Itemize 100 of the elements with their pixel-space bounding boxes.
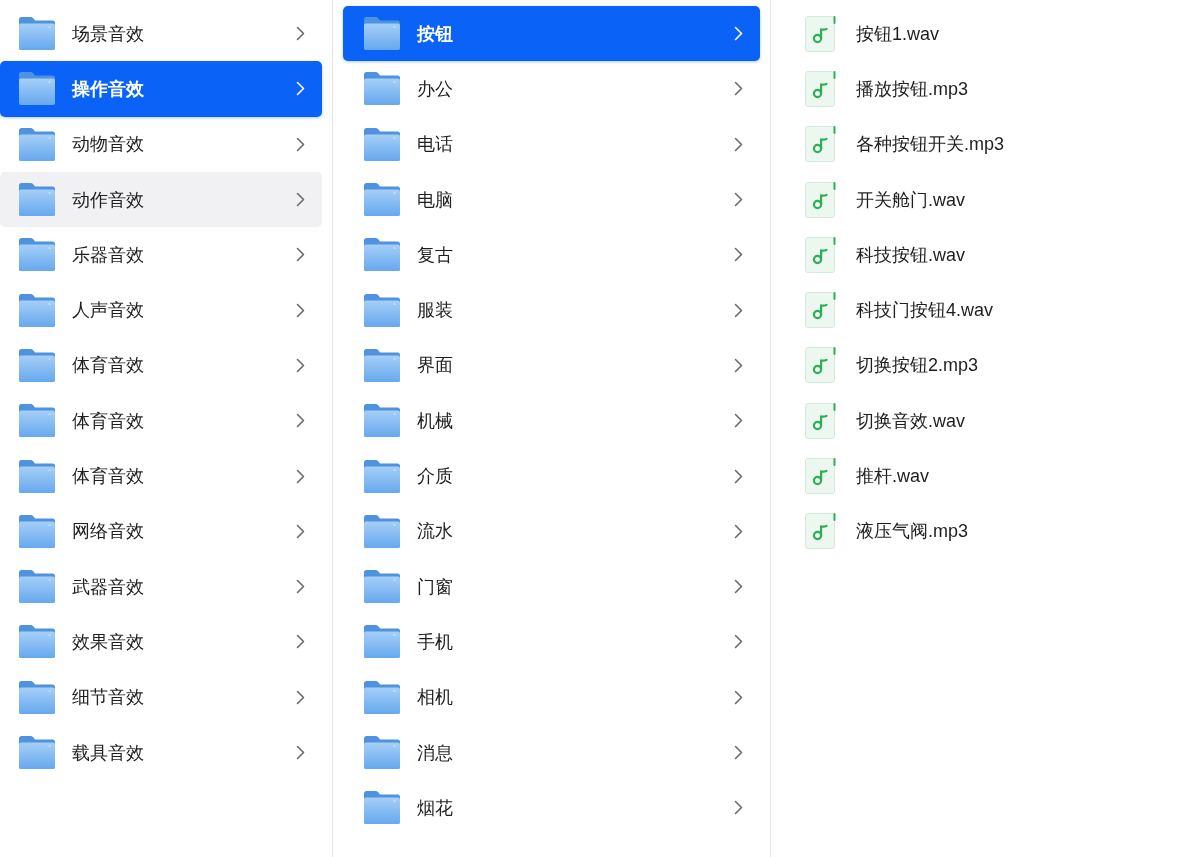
folder-item[interactable]: 细节音效 [0, 669, 322, 725]
folder-item[interactable]: 按钮 [343, 6, 760, 62]
folder-item[interactable]: 复古 [343, 227, 760, 283]
chevron-right-icon [296, 26, 305, 42]
folder-item[interactable]: 武器音效 [0, 558, 322, 615]
folder-item[interactable]: 烟花 [343, 780, 760, 836]
file-item[interactable]: 液压气阀.mp3 [781, 503, 1180, 559]
folder-item[interactable]: 体育音效 [0, 448, 322, 504]
file-item[interactable]: 切换音效.wav [781, 393, 1180, 449]
folder-item[interactable]: 操作音效 [0, 61, 322, 117]
folder-item[interactable]: 消息 [343, 724, 760, 781]
folder-icon [364, 348, 400, 382]
chevron-right-icon [296, 523, 305, 539]
folder-item[interactable]: 体育音效 [0, 337, 322, 394]
folder-item[interactable]: 办公 [343, 61, 760, 117]
audio-file-icon [805, 513, 837, 550]
file-item[interactable]: 切换按钮2.mp3 [781, 337, 1180, 394]
folder-item[interactable]: 动物音效 [0, 116, 322, 172]
folder-item[interactable]: 人声音效 [0, 282, 322, 338]
folder-icon [19, 348, 55, 382]
folder-item[interactable]: 服装 [343, 282, 760, 338]
folder-icon [364, 293, 400, 327]
file-item[interactable]: 推杆.wav [781, 448, 1180, 504]
chevron-right-icon [296, 689, 305, 705]
chevron-right-icon [734, 800, 743, 816]
chevron-right-icon [296, 302, 305, 318]
folder-item[interactable]: 网络音效 [0, 503, 322, 559]
folder-icon [364, 791, 400, 825]
folder-item[interactable]: 乐器音效 [0, 227, 322, 283]
folder-icon [364, 680, 400, 714]
chevron-right-icon [296, 81, 305, 97]
file-item[interactable]: 按钮1.wav [781, 6, 1180, 62]
chevron-right-icon [296, 745, 305, 760]
folder-icon [19, 459, 55, 493]
folder-item[interactable]: 相机 [343, 669, 760, 725]
folder-item[interactable]: 体育音效 [0, 393, 322, 449]
chevron-right-icon [734, 81, 743, 97]
folder-item[interactable]: 门窗 [343, 558, 760, 615]
folder-item[interactable]: 载具音效 [0, 724, 322, 781]
folder-item[interactable]: 电脑 [343, 171, 760, 228]
folder-icon [364, 404, 400, 438]
folder-icon [19, 680, 55, 714]
chevron-right-icon [734, 302, 743, 318]
folder-item[interactable]: 场景音效 [0, 6, 322, 62]
folder-icon [19, 570, 55, 604]
chevron-right-icon [734, 26, 743, 42]
file-item[interactable]: 各种按钮开关.mp3 [781, 116, 1180, 172]
audio-file-icon [805, 181, 837, 218]
folder-icon [364, 625, 400, 659]
folder-icon [19, 404, 55, 438]
folder-icon [364, 183, 400, 217]
chevron-right-icon [296, 136, 305, 152]
file-item[interactable]: 科技按钮.wav [781, 227, 1180, 283]
folder-icon [19, 514, 55, 548]
folder-icon [364, 17, 400, 51]
chevron-right-icon [734, 745, 743, 760]
audio-file-icon [805, 292, 837, 329]
folder-icon [19, 293, 55, 327]
chevron-right-icon [734, 468, 743, 484]
folder-icon [364, 127, 400, 161]
chevron-right-icon [296, 192, 305, 208]
audio-file-icon [805, 15, 837, 52]
folder-icon [19, 127, 55, 161]
folder-item[interactable]: 效果音效 [0, 614, 322, 670]
folder-icon [19, 72, 55, 106]
chevron-right-icon [296, 468, 305, 484]
audio-file-icon [805, 236, 837, 273]
folder-icon [19, 183, 55, 217]
chevron-right-icon [296, 247, 305, 263]
file-item[interactable]: 播放按钮.mp3 [781, 61, 1180, 117]
folder-icon [19, 625, 55, 659]
chevron-right-icon [734, 634, 743, 650]
chevron-right-icon [734, 523, 743, 539]
folder-icon [19, 238, 55, 272]
folder-item[interactable]: 电话 [343, 116, 760, 172]
folder-icon [364, 238, 400, 272]
chevron-right-icon [734, 689, 743, 705]
chevron-right-icon [296, 357, 305, 373]
folder-item[interactable]: 界面 [343, 337, 760, 394]
chevron-right-icon [734, 357, 743, 373]
folder-item[interactable]: 机械 [343, 393, 760, 449]
folder-item[interactable]: 介质 [343, 448, 760, 504]
folder-icon [364, 736, 400, 769]
chevron-right-icon [296, 579, 305, 595]
audio-file-icon [805, 347, 837, 384]
file-item[interactable]: 科技门按钮4.wav [781, 282, 1180, 338]
chevron-right-icon [734, 579, 743, 595]
folder-icon [19, 736, 55, 769]
folder-item[interactable]: 动作音效 [0, 171, 322, 228]
folder-icon [19, 17, 55, 51]
chevron-right-icon [734, 247, 743, 263]
file-item[interactable]: 开关舱门.wav [781, 171, 1180, 228]
folder-item[interactable]: 手机 [343, 614, 760, 670]
audio-file-icon [805, 126, 837, 163]
audio-file-icon [805, 70, 837, 107]
folder-item[interactable]: 流水 [343, 503, 760, 559]
folder-icon [364, 514, 400, 548]
audio-file-icon [805, 402, 837, 439]
chevron-right-icon [296, 634, 305, 650]
folder-icon [364, 72, 400, 106]
